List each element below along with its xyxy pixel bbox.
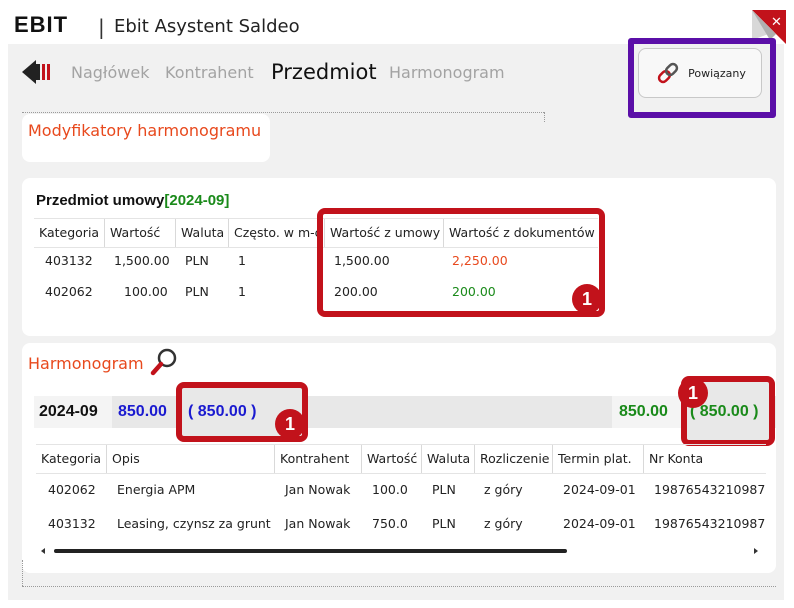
col-termin[interactable]: Termin plat.: [553, 445, 644, 473]
cell-kategoria: 403132: [48, 516, 96, 531]
scroll-right-icon: [754, 548, 758, 554]
cell-opis: Energia APM: [117, 482, 196, 497]
app-title: Ebit Asystent Saldeo: [114, 16, 300, 37]
table-row[interactable]: 402062 Energia APM Jan Nowak 100.0 PLN z…: [36, 478, 766, 506]
subject-title: Przedmiot umowy[2024-09]: [36, 192, 229, 209]
annotation-badge: 1: [572, 284, 602, 314]
cell-waluta: PLN: [432, 516, 456, 531]
modifiers-title: Modyfikatory harmonogramu: [28, 121, 262, 140]
col-opis[interactable]: Opis: [107, 445, 275, 473]
subject-title-text: Przedmiot umowy: [36, 192, 165, 209]
cell-kategoria: 403132: [45, 253, 93, 268]
col-kategoria[interactable]: Kategoria: [34, 219, 105, 247]
cell-waluta: PLN: [432, 482, 456, 497]
ebit-logo: EBIT: [14, 12, 69, 37]
cell-czesto: 1: [238, 284, 246, 299]
cell-termin: 2024-09-01: [563, 482, 636, 497]
cell-waluta: PLN: [185, 284, 209, 299]
svg-text:✕: ✕: [771, 15, 782, 30]
col-kategoria[interactable]: Kategoria: [36, 445, 107, 473]
subject-period: [2024-09]: [164, 192, 230, 209]
title-separator: |: [98, 15, 105, 39]
cell-rozliczenie: z góry: [484, 516, 523, 531]
schedule-title: Harmonogram: [28, 354, 144, 373]
cell-wartosc: 1,500.00: [114, 253, 170, 268]
annotation-badge: 1: [678, 378, 708, 408]
horizontal-scrollbar[interactable]: [36, 543, 766, 557]
cell-nr-konta: 198765432109876: [654, 516, 766, 531]
cell-czesto: 1: [238, 253, 246, 268]
highlight-linked-button: [628, 38, 776, 118]
search-button[interactable]: [148, 346, 180, 382]
tab-kontrahent[interactable]: Kontrahent: [165, 63, 254, 82]
scrollbar-graphic: [41, 548, 758, 554]
tab-harmonogram[interactable]: Harmonogram: [389, 63, 505, 82]
col-waluta[interactable]: Waluta: [176, 219, 229, 247]
col-wartosc[interactable]: Wartość: [362, 445, 422, 473]
col-wartosc[interactable]: Wartość: [105, 219, 176, 247]
col-nr-konta[interactable]: Nr Konta: [644, 445, 766, 473]
cell-opis: Leasing, czynsz za grunt: [117, 516, 271, 531]
back-button[interactable]: [22, 58, 52, 90]
cell-kategoria: 402062: [48, 482, 96, 497]
col-waluta[interactable]: Waluta: [422, 445, 475, 473]
summary-amount-blue: 850.00: [118, 403, 167, 420]
cell-kontrahent: Jan Nowak: [285, 482, 351, 497]
tab-przedmiot[interactable]: Przedmiot: [271, 60, 377, 84]
cell-kontrahent: Jan Nowak: [285, 516, 351, 531]
back-arrow-icon: [22, 60, 50, 84]
col-kontrahent[interactable]: Kontrahent: [275, 445, 362, 473]
col-czesto[interactable]: Często. w m-c: [229, 219, 325, 247]
scrollbar-thumb: [54, 549, 567, 553]
summary-period: 2024-09: [39, 403, 98, 420]
cell-termin: 2024-09-01: [563, 516, 636, 531]
cell-wartosc: 100.0: [372, 482, 408, 497]
col-rozliczenie[interactable]: Rozliczenie: [475, 445, 553, 473]
highlight-subject-values: [317, 208, 605, 317]
cell-nr-konta: 198765432109876: [654, 482, 766, 497]
cell-rozliczenie: z góry: [484, 482, 523, 497]
cell-waluta: PLN: [185, 253, 209, 268]
scroll-left-icon: [41, 548, 45, 554]
tab-naglowek[interactable]: Nagłówek: [71, 63, 149, 82]
search-icon: [150, 348, 177, 376]
cell-wartosc: 750.0: [372, 516, 408, 531]
nav-divider: [22, 112, 544, 113]
table-row[interactable]: 403132 Leasing, czynsz za grunt Jan Nowa…: [36, 512, 766, 540]
summary-amount-blue-paren: ( 850.00 ): [188, 403, 257, 420]
cell-wartosc: 100.00: [124, 284, 168, 299]
bottom-divider-left: [22, 560, 23, 586]
bottom-divider: [22, 586, 776, 587]
annotation-badge: 1: [275, 409, 305, 439]
summary-amount-green: 850.00: [619, 403, 668, 420]
nav-divider-end: [544, 112, 545, 122]
cell-kategoria: 402062: [45, 284, 93, 299]
schedule-table-header: Kategoria Opis Kontrahent Wartość Waluta…: [36, 444, 766, 474]
